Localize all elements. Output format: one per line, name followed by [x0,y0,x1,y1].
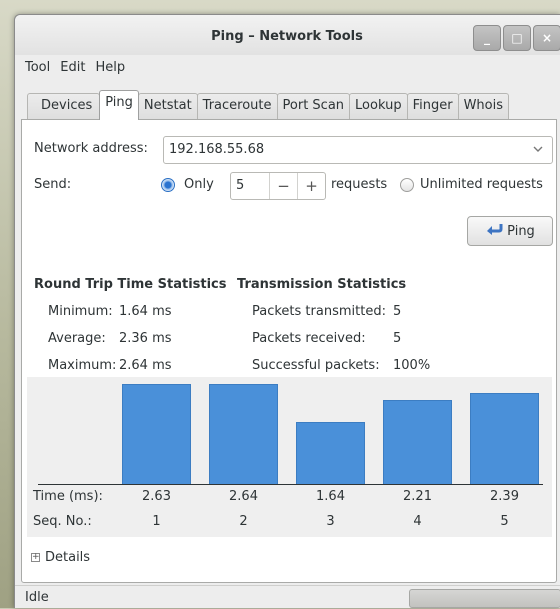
network-address-value[interactable]: 192.168.55.68 [169,142,264,157]
status-bar: Idle [15,585,560,609]
ping-panel: Network address: 192.168.55.68 Send: Onl… [21,119,557,583]
tab-port-scan[interactable]: Port Scan [276,93,351,119]
unlimited-label[interactable]: Unlimited requests [420,177,543,192]
chart-bar [296,422,365,484]
expand-icon[interactable]: + [31,553,40,562]
average-value: 2.36 ms [119,331,172,346]
time-axis-label: Time (ms): [33,489,103,504]
chart-bar [383,400,452,484]
status-text: Idle [25,590,49,605]
only-radio[interactable] [161,178,175,192]
time-value-label: 2.63 [142,489,171,504]
transmitted-label: Packets transmitted: [252,304,386,319]
time-value-label: 2.39 [490,489,519,504]
chart-bar [209,384,278,484]
details-label[interactable]: Details [45,550,90,565]
seq-number-label: 2 [239,514,248,529]
minimize-button[interactable]: _ [473,25,501,51]
maximum-value: 2.64 ms [119,358,172,373]
seq-number-label: 5 [500,514,509,529]
tab-whois[interactable]: Whois [457,93,509,119]
tab-traceroute[interactable]: Traceroute [196,93,278,119]
seq-number-label: 1 [152,514,161,529]
increment-button[interactable]: + [297,173,325,199]
menu-help[interactable]: Help [92,59,132,81]
time-value-label: 2.21 [403,489,432,504]
tab-devices[interactable]: Devices [27,93,101,119]
transmitted-value: 5 [393,304,402,319]
network-address-combo[interactable]: 192.168.55.68 [163,136,553,164]
received-label: Packets received: [252,331,366,346]
close-button[interactable]: × [533,25,560,51]
time-value-label: 1.64 [316,489,345,504]
minimum-label: Minimum: [48,304,113,319]
requests-label: requests [331,177,388,192]
request-count-value[interactable]: 5 [231,173,269,199]
decrement-button[interactable]: − [269,173,297,199]
maximize-button[interactable]: □ [503,25,531,51]
title-bar[interactable]: Ping – Network Tools _ □ × [15,15,560,55]
average-label: Average: [48,331,106,346]
menu-edit[interactable]: Edit [57,59,92,81]
send-label: Send: [34,177,72,192]
ping-button[interactable]: Ping [467,216,553,246]
chart-bar [122,384,191,484]
window-controls: _ □ × [471,25,560,51]
tab-strip: Devices Ping Netstat Traceroute Port Sca… [27,90,509,120]
menu-tool[interactable]: Tool [15,59,57,81]
seq-number-label: 4 [413,514,422,529]
progress-bar [409,589,560,608]
address-label: Network address: [34,141,148,156]
rtt-heading: Round Trip Time Statistics [34,277,227,292]
unlimited-radio[interactable] [400,178,414,192]
seq-number-label: 3 [326,514,335,529]
transmission-heading: Transmission Statistics [237,277,407,292]
minimum-value: 1.64 ms [119,304,172,319]
chart-baseline [38,484,543,485]
app-window: Ping – Network Tools _ □ × Tool Edit Hel… [14,14,560,608]
tab-netstat[interactable]: Netstat [137,93,198,119]
rtt-bar-chart: Time (ms): Seq. No.: 2.63 1 2.64 2 1.64 3 2.21… [27,377,552,537]
time-value-label: 2.64 [229,489,258,504]
ping-button-label: Ping [507,223,535,239]
details-expander[interactable]: + Details [31,550,90,565]
tab-lookup[interactable]: Lookup [349,93,408,119]
success-label: Successful packets: [252,358,380,373]
tab-ping[interactable]: Ping [99,90,139,120]
maximum-label: Maximum: [48,358,117,373]
tab-finger[interactable]: Finger [406,93,459,119]
seq-axis-label: Seq. No.: [33,514,92,529]
only-label[interactable]: Only [184,177,214,192]
ping-arrow-icon [485,222,503,240]
request-count-spinner: 5 − + [230,172,326,200]
received-value: 5 [393,331,402,346]
menu-bar: Tool Edit Help [15,59,132,81]
success-value: 100% [393,358,431,373]
chart-bar [470,393,539,484]
chevron-down-icon[interactable] [532,143,544,158]
